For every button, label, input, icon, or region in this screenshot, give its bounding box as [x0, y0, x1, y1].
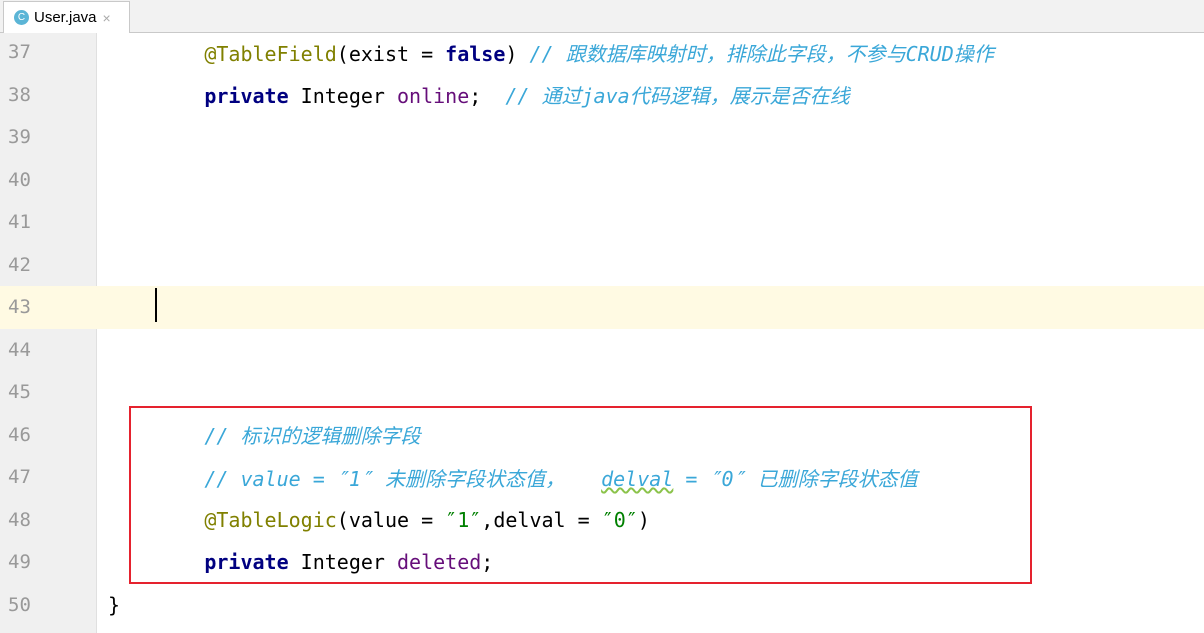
tab-title: User.java	[34, 9, 97, 26]
line-number: 37	[8, 41, 31, 64]
code-line[interactable]: 40	[0, 159, 1204, 202]
code-token: // 跟数据库映射时，排除此字段，不参与CRUD操作	[529, 41, 994, 66]
line-number: 46	[8, 423, 31, 446]
code-token: // 通过java代码逻辑，展示是否在线	[505, 84, 850, 109]
code-line[interactable]: 43	[0, 286, 1204, 329]
code-text: }	[108, 593, 120, 617]
line-number: 43	[8, 296, 31, 319]
code-line[interactable]: 50}	[0, 584, 1204, 627]
editor-tab-bar: C User.java ×	[0, 0, 1204, 33]
code-line[interactable]: 39	[0, 116, 1204, 159]
code-token: )	[505, 41, 530, 66]
line-number: 50	[8, 593, 31, 616]
line-number: 41	[8, 211, 31, 234]
code-text: private Integer online; // 通过java代码逻辑，展示…	[108, 80, 850, 109]
code-text: @TableField(exist = false) // 跟数据库映射时，排除…	[108, 38, 994, 67]
code-token: online	[397, 84, 470, 109]
line-number: 42	[8, 253, 31, 276]
text-caret	[155, 288, 157, 322]
code-line[interactable]: 44	[0, 329, 1204, 372]
line-number: 40	[8, 168, 31, 191]
code-token: Integer	[288, 84, 397, 109]
code-token: ;	[469, 84, 506, 109]
java-class-icon: C	[14, 10, 29, 25]
code-token: false	[445, 41, 506, 66]
line-number: 49	[8, 551, 31, 574]
highlight-box	[129, 406, 1032, 584]
line-number: 47	[8, 466, 31, 489]
code-token: }	[108, 592, 121, 617]
code-line[interactable]: 42	[0, 244, 1204, 287]
close-tab-icon[interactable]: ×	[103, 10, 111, 26]
code-token: (exist =	[336, 41, 446, 66]
code-line[interactable]: 41	[0, 201, 1204, 244]
line-number: 45	[8, 381, 31, 404]
code-line[interactable]: 37 @TableField(exist = false) // 跟数据库映射时…	[0, 31, 1204, 74]
line-number: 48	[8, 508, 31, 531]
code-token: private	[204, 84, 289, 109]
line-number: 39	[8, 126, 31, 149]
line-number: 44	[8, 338, 31, 361]
code-token: @TableField	[204, 41, 337, 66]
line-number: 38	[8, 83, 31, 106]
code-line[interactable]: 38 private Integer online; // 通过java代码逻辑…	[0, 74, 1204, 117]
tab-user-java[interactable]: C User.java ×	[3, 1, 130, 33]
